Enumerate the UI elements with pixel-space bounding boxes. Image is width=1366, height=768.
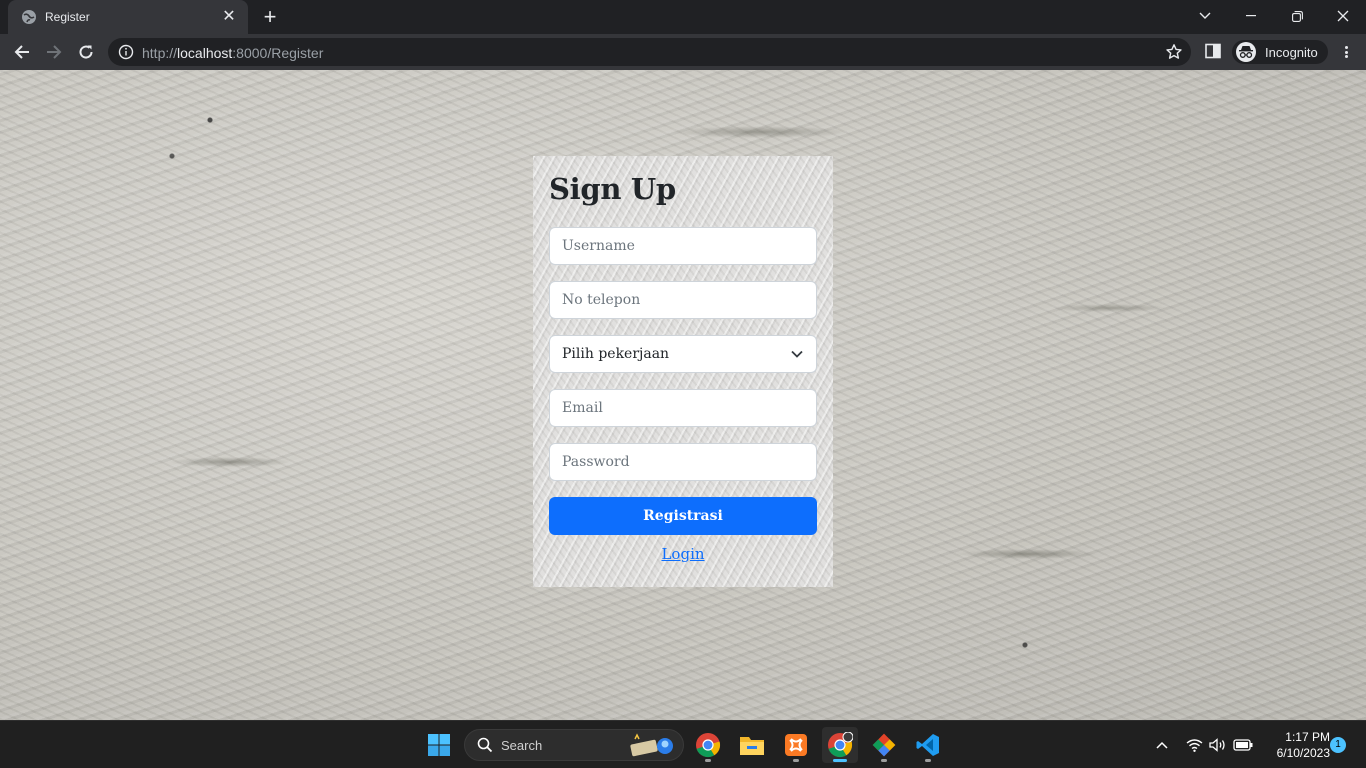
search-label: Search (501, 737, 543, 753)
close-tab-icon[interactable]: ✕ (220, 8, 238, 26)
running-indicator (793, 759, 799, 762)
url-scheme: http:// (142, 45, 178, 61)
register-button[interactable]: Registrasi (549, 497, 817, 535)
email-field[interactable] (549, 389, 817, 427)
xampp-icon[interactable] (778, 727, 814, 763)
clock-date: 6/10/2023 (1276, 746, 1330, 760)
chrome-icon[interactable] (690, 727, 726, 763)
job-select-value: Pilih pekerjaan (562, 346, 670, 362)
running-indicator (881, 759, 887, 762)
tab-title: Register (45, 10, 90, 24)
browser-tab-strip: Register ✕ + (0, 0, 1366, 34)
notification-badge[interactable]: 1 (1330, 737, 1346, 753)
reload-icon[interactable] (71, 37, 101, 67)
vscode-icon[interactable] (910, 727, 946, 763)
job-select[interactable]: Pilih pekerjaan (549, 335, 817, 373)
tab-search-chevron-icon[interactable] (1182, 0, 1228, 32)
site-info-icon[interactable] (118, 44, 134, 60)
globe-icon (21, 9, 37, 25)
browser-tab-register[interactable]: Register ✕ (8, 0, 248, 34)
start-icon[interactable] (421, 727, 457, 763)
file-explorer-icon[interactable] (734, 727, 770, 763)
login-link[interactable]: Login (533, 545, 833, 563)
password-field[interactable] (549, 443, 817, 481)
address-bar[interactable]: http://localhost:8000/Register (108, 38, 1191, 66)
taskbar-clock[interactable]: 1:17 PM 6/10/2023 (1258, 729, 1330, 761)
new-tab-button[interactable]: + (258, 5, 282, 29)
close-window-icon[interactable] (1320, 0, 1366, 32)
chevron-down-icon (791, 350, 803, 358)
restore-icon[interactable] (1274, 0, 1320, 32)
volume-icon[interactable] (1208, 721, 1228, 768)
bookmark-star-icon[interactable] (1165, 43, 1183, 61)
incognito-profile-button[interactable]: Incognito (1232, 40, 1328, 64)
page-background: Sign Up Pilih pekerjaan Registrasi Login (0, 70, 1366, 720)
phone-field[interactable] (549, 281, 817, 319)
minimize-icon[interactable] (1228, 0, 1274, 32)
wifi-icon[interactable] (1184, 721, 1204, 768)
side-panel-icon[interactable] (1205, 43, 1223, 61)
page-title: Sign Up (549, 172, 676, 206)
incognito-icon (1236, 42, 1256, 62)
incognito-label: Incognito (1265, 44, 1318, 60)
taskbar-search-box[interactable]: Search (464, 729, 684, 761)
forward-arrow-icon[interactable] (39, 37, 69, 67)
clock-time: 1:17 PM (1285, 730, 1330, 744)
battery-icon[interactable] (1232, 721, 1254, 768)
search-highlight-icon (630, 733, 673, 757)
running-indicator (925, 759, 931, 762)
running-indicator (705, 759, 711, 762)
active-indicator (833, 759, 847, 762)
chrome-active-icon[interactable] (822, 727, 858, 763)
browser-menu-icon[interactable] (1336, 41, 1356, 63)
search-icon (477, 737, 493, 753)
back-arrow-icon[interactable] (7, 37, 37, 67)
url-host: localhost (177, 45, 233, 61)
url-text: http://localhost:8000/Register (142, 45, 323, 61)
tray-chevron-up-icon[interactable] (1152, 721, 1172, 768)
taskbar: Search 1:17 PM 6/10/2023 (0, 720, 1366, 768)
url-path: :8000/Register (232, 45, 324, 61)
signup-card: Sign Up Pilih pekerjaan Registrasi Login (533, 156, 833, 587)
username-field[interactable] (549, 227, 817, 265)
git-icon[interactable] (866, 727, 902, 763)
